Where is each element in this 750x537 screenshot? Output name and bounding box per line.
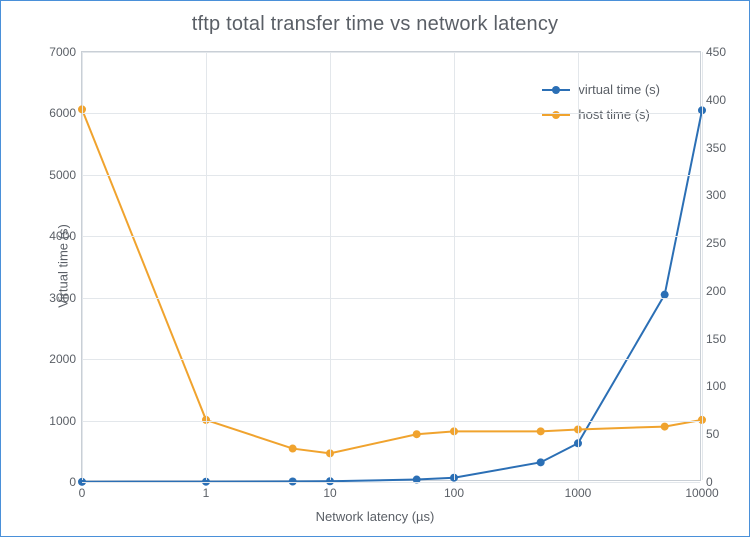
y-tick-label: 6000 bbox=[49, 106, 82, 120]
gridline-h bbox=[82, 236, 700, 237]
gridline-h bbox=[82, 298, 700, 299]
gridline-h bbox=[82, 421, 700, 422]
x-tick-label: 1 bbox=[203, 480, 210, 500]
series-line bbox=[82, 110, 702, 481]
data-point bbox=[413, 430, 421, 438]
x-axis-label: Network latency (µs) bbox=[1, 509, 749, 524]
gridline-h bbox=[82, 482, 700, 483]
x-tick-label: 1000 bbox=[565, 480, 592, 500]
legend-label: host time (s) bbox=[578, 107, 650, 122]
data-point bbox=[537, 427, 545, 435]
y2-tick-label: 100 bbox=[700, 379, 726, 393]
y2-tick-label: 350 bbox=[700, 141, 726, 155]
gridline-v bbox=[82, 52, 83, 480]
legend-label: virtual time (s) bbox=[578, 82, 660, 97]
gridline-h bbox=[82, 359, 700, 360]
y-tick-label: 1000 bbox=[49, 414, 82, 428]
legend: virtual time (s) host time (s) bbox=[542, 82, 660, 132]
data-point bbox=[661, 423, 669, 431]
y2-tick-label: 400 bbox=[700, 93, 726, 107]
x-tick-label: 0 bbox=[79, 480, 86, 500]
legend-item: virtual time (s) bbox=[542, 82, 660, 97]
gridline-v bbox=[454, 52, 455, 480]
y-tick-label: 5000 bbox=[49, 168, 82, 182]
y2-tick-label: 200 bbox=[700, 284, 726, 298]
gridline-h bbox=[82, 175, 700, 176]
gridline-v bbox=[206, 52, 207, 480]
gridline-h bbox=[82, 52, 700, 53]
gridline-v bbox=[578, 52, 579, 480]
data-point bbox=[289, 445, 297, 453]
x-tick-label: 10 bbox=[323, 480, 336, 500]
plot-area: virtual time (s)host time (s) 0100020003… bbox=[81, 51, 701, 481]
x-tick-label: 10000 bbox=[685, 480, 718, 500]
chart-title: tftp total transfer time vs network late… bbox=[1, 13, 749, 36]
x-tick-label: 100 bbox=[444, 480, 464, 500]
legend-swatch-icon bbox=[542, 89, 570, 91]
y-tick-label: 7000 bbox=[49, 45, 82, 59]
series-line bbox=[82, 109, 702, 453]
data-point bbox=[537, 458, 545, 466]
y2-tick-label: 300 bbox=[700, 188, 726, 202]
legend-item: host time (s) bbox=[542, 107, 660, 122]
y-axis-label: Virtual time (s) bbox=[55, 224, 70, 308]
y-tick-label: 2000 bbox=[49, 352, 82, 366]
y2-tick-label: 250 bbox=[700, 236, 726, 250]
gridline-h bbox=[82, 113, 700, 114]
y2-tick-label: 150 bbox=[700, 332, 726, 346]
gridline-v bbox=[330, 52, 331, 480]
y2-tick-label: 450 bbox=[700, 45, 726, 59]
chart-frame: tftp total transfer time vs network late… bbox=[0, 0, 750, 537]
gridline-v bbox=[702, 52, 703, 480]
